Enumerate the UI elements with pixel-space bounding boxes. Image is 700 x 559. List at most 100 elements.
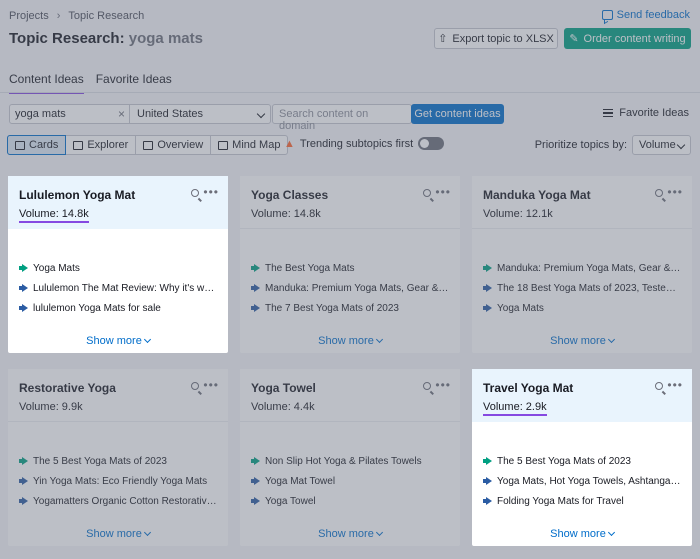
topic-card[interactable]: Lululemon Yoga Mat Volume: 14.8k ••• Yoga M… <box>8 176 228 353</box>
tabs: Content Ideas Favorite Ideas <box>9 72 172 94</box>
headline-item[interactable]: The 5 Best Yoga Mats of 2023 <box>483 451 681 471</box>
search-icon[interactable] <box>423 382 431 390</box>
view-overview[interactable]: Overview <box>136 136 212 154</box>
view-explorer-label: Explorer <box>87 139 129 151</box>
more-options-icon[interactable]: ••• <box>203 378 219 392</box>
card-title: Travel Yoga Mat <box>483 381 574 395</box>
view-mind-map[interactable]: Mind Map <box>211 136 287 154</box>
show-more-button[interactable]: Show more <box>240 335 460 347</box>
card-volume: Volume: 9.9k <box>19 401 83 413</box>
headline-item[interactable]: Lululemon The Mat Review: Why it's worth… <box>19 278 217 298</box>
page-title-keyword: yoga mats <box>128 30 203 47</box>
edit-icon: ✎ <box>569 33 579 45</box>
trending-toggle[interactable] <box>418 137 445 150</box>
chevron-down-icon <box>143 335 151 344</box>
more-options-icon[interactable]: ••• <box>435 378 451 392</box>
card-title: Lululemon Yoga Mat <box>19 188 136 202</box>
show-more-button[interactable]: Show more <box>240 528 460 540</box>
show-more-button[interactable]: Show more <box>8 528 228 540</box>
view-cards-label: Cards <box>29 139 59 151</box>
megaphone-icon <box>483 497 492 505</box>
megaphone-icon <box>251 284 260 292</box>
megaphone-icon <box>19 477 28 485</box>
headline-item[interactable]: Yoga Mat Towel <box>251 471 449 491</box>
headline-item[interactable]: Yoga Towel <box>251 491 449 511</box>
card-header: Restorative Yoga Volume: 9.9k ••• <box>8 369 228 422</box>
search-icon[interactable] <box>655 189 663 197</box>
chevron-down-icon <box>607 528 615 537</box>
domain-search-input[interactable]: Search content on domain <box>272 104 412 132</box>
view-explorer[interactable]: Explorer <box>66 136 137 154</box>
prioritize-select[interactable]: Volume <box>632 135 691 155</box>
chevron-down-icon <box>676 140 686 150</box>
headline-item[interactable]: Manduka: Premium Yoga Mats, Gear & Cloth… <box>483 258 681 278</box>
topic-card[interactable]: Yoga Towel Volume: 4.4k ••• Non Slip Hot Yo… <box>240 369 460 546</box>
clear-icon[interactable]: × <box>118 107 125 121</box>
headline-item[interactable]: The 7 Best Yoga Mats of 2023 <box>251 298 449 318</box>
topic-card[interactable]: Travel Yoga Mat Volume: 2.9k ••• The 5 Best… <box>472 369 692 546</box>
headline-item[interactable]: Non Slip Hot Yoga & Pilates Towels <box>251 451 449 471</box>
view-cards[interactable]: Cards <box>7 135 67 155</box>
headline-text: The 18 Best Yoga Mats of 2023, Tested an… <box>497 282 681 294</box>
topic-card[interactable]: Yoga Classes Volume: 14.8k ••• The Best Yog… <box>240 176 460 353</box>
search-icon[interactable] <box>423 189 431 197</box>
tab-favorite-ideas[interactable]: Favorite Ideas <box>96 72 172 94</box>
headline-item[interactable]: Yin Yoga Mats: Eco Friendly Yoga Mats <box>19 471 217 491</box>
topic-card[interactable]: Restorative Yoga Volume: 9.9k ••• The 5 Bes… <box>8 369 228 546</box>
show-more-label: Show more <box>550 528 606 540</box>
headline-item[interactable]: Yoga Mats, Hot Yoga Towels, Ashtanga Yog… <box>483 471 681 491</box>
headline-item[interactable]: lululemon Yoga Mats for sale <box>19 298 217 318</box>
megaphone-icon <box>19 457 28 465</box>
headline-item[interactable]: The 18 Best Yoga Mats of 2023, Tested an… <box>483 278 681 298</box>
flame-icon: ▲ <box>284 137 295 150</box>
megaphone-icon <box>251 264 260 272</box>
card-volume: Volume: 4.4k <box>251 401 315 413</box>
top-bar: Projects › Topic Research Send feedback … <box>0 0 700 100</box>
page-title-prefix: Topic Research: <box>9 30 125 47</box>
megaphone-icon <box>483 477 492 485</box>
favorite-ideas-button[interactable]: Favorite Ideas <box>603 107 689 119</box>
domain-search-placeholder: Search content on domain <box>279 108 369 132</box>
search-icon[interactable] <box>191 382 199 390</box>
more-options-icon[interactable]: ••• <box>435 185 451 199</box>
search-icon[interactable] <box>191 189 199 197</box>
card-header: Manduka Yoga Mat Volume: 12.1k ••• <box>472 176 692 229</box>
order-label: Order content writing <box>583 32 686 45</box>
headline-item[interactable]: Folding Yoga Mats for Travel <box>483 491 681 511</box>
search-icon[interactable] <box>655 382 663 390</box>
headline-item[interactable]: Yogamatters Organic Cotton Restorative Y… <box>19 491 217 511</box>
more-options-icon[interactable]: ••• <box>667 185 683 199</box>
get-content-ideas-button[interactable]: Get content ideas <box>411 104 504 124</box>
tab-content-ideas[interactable]: Content Ideas <box>9 72 84 94</box>
card-header: Lululemon Yoga Mat Volume: 14.8k ••• <box>8 176 228 229</box>
send-feedback-link[interactable]: Send feedback <box>601 9 690 21</box>
trending-label: Trending subtopics first <box>299 137 414 150</box>
headline-list: The 5 Best Yoga Mats of 2023 Yin Yoga Mat… <box>8 422 228 511</box>
headline-text: Yoga Mat Towel <box>265 475 336 487</box>
more-options-icon[interactable]: ••• <box>667 378 683 392</box>
keyword-input[interactable]: yoga mats × <box>9 104 130 124</box>
keyword-input-value: yoga mats <box>15 108 66 120</box>
card-title: Yoga Towel <box>251 381 316 395</box>
headline-item[interactable]: Yoga Mats <box>483 298 681 318</box>
order-content-button[interactable]: ✎ Order content writing <box>564 28 691 49</box>
country-select[interactable]: United States <box>130 104 271 124</box>
megaphone-icon <box>19 264 28 272</box>
headline-item[interactable]: Yoga Mats <box>19 258 217 278</box>
more-options-icon[interactable]: ••• <box>203 185 219 199</box>
chevron-down-icon <box>607 335 615 344</box>
show-more-button[interactable]: Show more <box>8 335 228 347</box>
headline-item[interactable]: The 5 Best Yoga Mats of 2023 <box>19 451 217 471</box>
chevron-down-icon <box>143 528 151 537</box>
card-header: Travel Yoga Mat Volume: 2.9k ••• <box>472 369 692 422</box>
headline-list: Manduka: Premium Yoga Mats, Gear & Cloth… <box>472 229 692 318</box>
card-header: Yoga Towel Volume: 4.4k ••• <box>240 369 460 422</box>
show-more-button[interactable]: Show more <box>472 528 692 540</box>
show-more-button[interactable]: Show more <box>472 335 692 347</box>
view-overview-label: Overview <box>157 139 204 151</box>
breadcrumb-projects[interactable]: Projects <box>9 10 49 22</box>
headline-item[interactable]: The Best Yoga Mats <box>251 258 449 278</box>
export-xlsx-button[interactable]: ⇧ Export topic to XLSX <box>434 28 558 49</box>
headline-item[interactable]: Manduka: Premium Yoga Mats, Gear & Cloth… <box>251 278 449 298</box>
topic-card[interactable]: Manduka Yoga Mat Volume: 12.1k ••• Manduka:… <box>472 176 692 353</box>
